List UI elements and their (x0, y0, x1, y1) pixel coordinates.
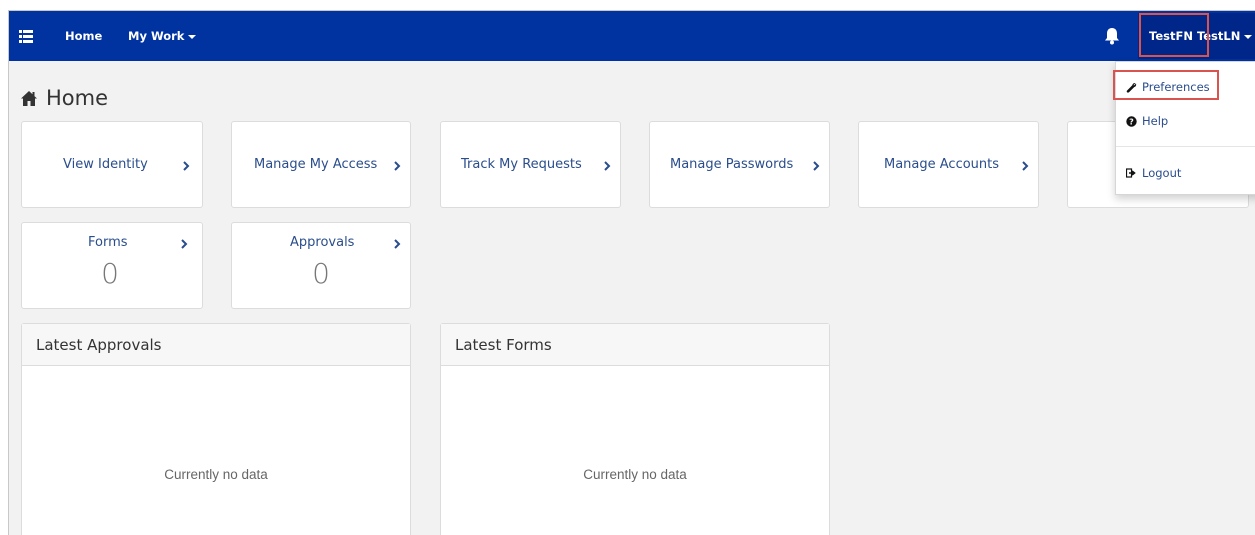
nav-mywork-label: My Work (128, 29, 185, 43)
question-circle-icon: ? (1126, 115, 1137, 127)
chevron-right-icon (183, 161, 190, 171)
tile-view-identity[interactable]: View Identity (21, 121, 203, 208)
tile-label: Forms (88, 235, 128, 250)
empty-state-text: Currently no data (164, 467, 268, 482)
tile-manage-accounts[interactable]: Manage Accounts (858, 121, 1039, 208)
page-title-text: Home (46, 86, 109, 110)
chevron-right-icon (1022, 161, 1029, 171)
tile-label: Approvals (290, 235, 355, 250)
menu-divider (1116, 146, 1255, 147)
menu-item-preferences[interactable]: Preferences (1126, 80, 1210, 94)
chevron-down-icon (188, 34, 197, 39)
page-title: Home (20, 86, 108, 110)
latest-forms-panel: Latest Forms Currently no data (440, 323, 830, 535)
nav-home-link[interactable]: Home (65, 29, 102, 43)
forms-count: 0 (101, 257, 119, 290)
user-menu-toggle[interactable]: TestFN TestLN (1138, 13, 1255, 59)
tile-label: Manage Passwords (670, 157, 794, 172)
user-name-label: TestFN TestLN (1149, 29, 1241, 43)
menu-item-logout[interactable]: Logout (1126, 166, 1181, 180)
chevron-right-icon (394, 239, 401, 249)
menu-item-label: Help (1142, 114, 1169, 128)
latest-approvals-panel: Latest Approvals Currently no data (21, 323, 411, 535)
user-dropdown-menu: Preferences ? Help Logout (1115, 61, 1255, 195)
panel-header: Latest Approvals (22, 324, 410, 366)
menu-list-icon[interactable] (19, 28, 33, 43)
menu-item-label: Logout (1142, 166, 1182, 180)
empty-state-text: Currently no data (583, 467, 687, 482)
wrench-icon (1126, 82, 1137, 93)
svg-text:?: ? (1129, 117, 1134, 126)
tile-label: Track My Requests (461, 157, 582, 172)
approvals-count: 0 (312, 257, 330, 290)
chevron-right-icon (394, 161, 401, 171)
app-frame: Home My Work TestFN TestLN Home View Ide… (8, 10, 1255, 535)
top-navbar: Home My Work TestFN TestLN (9, 11, 1255, 61)
chevron-right-icon (181, 239, 188, 249)
tile-label: View Identity (63, 157, 148, 172)
tile-track-my-requests[interactable]: Track My Requests (440, 121, 621, 208)
logout-icon (1126, 168, 1136, 178)
nav-mywork-menu[interactable]: My Work (128, 29, 197, 43)
tile-approvals[interactable]: Approvals 0 (231, 222, 411, 309)
tile-manage-passwords[interactable]: Manage Passwords (649, 121, 830, 208)
bell-icon[interactable] (1104, 27, 1120, 45)
tile-manage-my-access[interactable]: Manage My Access (231, 121, 411, 208)
panel-header: Latest Forms (441, 324, 829, 366)
tile-label: Manage My Access (254, 157, 378, 172)
menu-item-help[interactable]: ? Help (1126, 114, 1168, 128)
home-icon (21, 90, 37, 106)
tile-forms[interactable]: Forms 0 (21, 222, 203, 309)
tile-label: Manage Accounts (884, 157, 1000, 172)
chevron-right-icon (813, 161, 820, 171)
menu-item-label: Preferences (1142, 80, 1210, 94)
chevron-down-icon (1244, 34, 1253, 39)
chevron-right-icon (604, 161, 611, 171)
